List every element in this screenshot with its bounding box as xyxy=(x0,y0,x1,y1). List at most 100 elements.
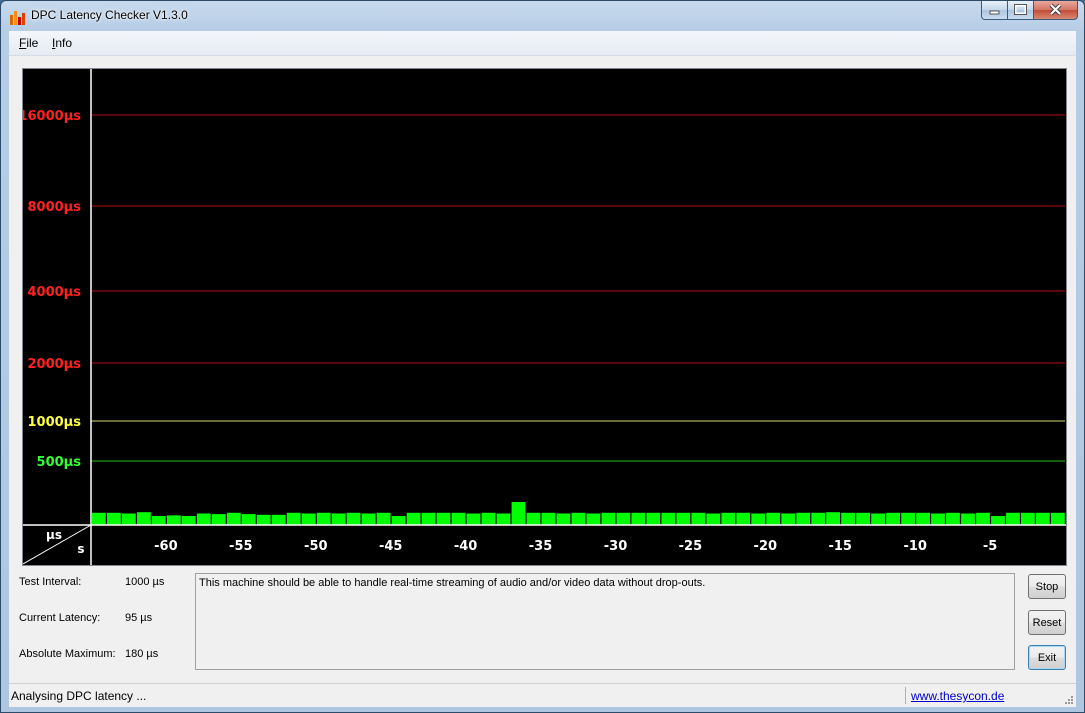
latency-bar xyxy=(166,515,181,525)
latency-bar xyxy=(1036,512,1050,525)
x-tick-label: -45 xyxy=(379,539,403,554)
latency-bar xyxy=(436,512,451,525)
y-tick-label: 2000µs xyxy=(28,357,82,372)
latency-bar xyxy=(766,512,781,525)
latency-bar xyxy=(181,516,196,525)
status-bar: Analysing DPC latency ... www.thesycon.d… xyxy=(9,683,1076,707)
current-latency-value: 95 µs xyxy=(125,612,153,624)
y-tick-label: 4000µs xyxy=(28,285,82,300)
website-link[interactable]: www.thesycon.de xyxy=(911,689,1004,703)
app-icon xyxy=(9,9,25,25)
x-unit-label: s xyxy=(77,542,84,556)
x-tick-label: -5 xyxy=(983,539,997,554)
minimize-icon xyxy=(989,10,1000,15)
latency-bar xyxy=(1051,512,1065,525)
x-tick-label: -50 xyxy=(304,539,328,554)
latency-bar xyxy=(511,502,526,525)
stop-button[interactable]: Stop xyxy=(1028,574,1066,599)
title-bar[interactable]: DPC Latency Checker V1.3.0 xyxy=(1,1,1084,31)
latency-bar xyxy=(691,512,706,525)
latency-bar xyxy=(107,512,121,525)
latency-bar xyxy=(241,514,256,525)
latency-bar xyxy=(421,512,436,525)
x-tick-label: -35 xyxy=(529,539,553,554)
latency-bar xyxy=(751,513,766,525)
minimize-button[interactable] xyxy=(981,1,1008,20)
latency-bar xyxy=(526,512,541,525)
latency-bar xyxy=(601,512,616,525)
menu-bar: File Info xyxy=(9,31,1076,56)
result-message-box: This machine should be able to handle re… xyxy=(195,573,1015,670)
close-icon xyxy=(1049,3,1062,16)
y-tick-label: 1000µs xyxy=(28,415,82,430)
latency-bar xyxy=(556,513,571,525)
menu-info[interactable]: Info xyxy=(52,36,72,50)
latency-bar xyxy=(706,513,721,525)
latency-bar xyxy=(331,513,346,525)
latency-bar xyxy=(406,512,421,525)
latency-bar xyxy=(991,516,1005,525)
resize-grip-icon[interactable] xyxy=(1064,695,1074,705)
x-tick-label: -30 xyxy=(604,539,628,554)
latency-bar xyxy=(871,513,885,525)
latency-bar xyxy=(256,514,271,525)
maximize-button[interactable] xyxy=(1008,1,1034,20)
latency-bar xyxy=(961,513,975,525)
absolute-maximum-label: Absolute Maximum: xyxy=(19,648,116,660)
latency-bar xyxy=(631,512,646,525)
chart-background xyxy=(23,69,1066,565)
x-tick-label: -60 xyxy=(154,539,178,554)
absolute-maximum-value: 180 µs xyxy=(125,648,159,660)
latency-bar xyxy=(916,512,930,525)
latency-bar xyxy=(901,512,915,525)
latency-bar xyxy=(781,513,796,525)
latency-bar xyxy=(211,514,226,525)
latency-bar xyxy=(271,514,286,525)
latency-bar xyxy=(226,512,241,525)
status-separator xyxy=(905,687,906,704)
x-tick-label: -55 xyxy=(229,539,253,554)
latency-bar xyxy=(346,512,361,525)
reset-button[interactable]: Reset xyxy=(1028,610,1066,635)
latency-bar xyxy=(466,513,481,525)
result-message: This machine should be able to handle re… xyxy=(199,577,706,589)
exit-button[interactable]: Exit xyxy=(1028,645,1066,670)
window-title: DPC Latency Checker V1.3.0 xyxy=(31,8,188,22)
latency-bar xyxy=(196,513,211,525)
y-unit-label: µs xyxy=(46,528,62,542)
client-area: 16000µs 8000µs 4000µs 2000µs 1000µs 500µs µs s -… xyxy=(9,56,1076,707)
latency-bar xyxy=(841,512,855,525)
latency-bar xyxy=(122,513,136,525)
x-tick-label: -25 xyxy=(679,539,703,554)
latency-bar xyxy=(1006,512,1020,525)
current-latency-label: Current Latency: xyxy=(19,612,101,624)
latency-bar xyxy=(796,512,811,525)
latency-bar xyxy=(571,512,586,525)
latency-bar xyxy=(976,512,990,525)
latency-bar xyxy=(616,512,631,525)
y-tick-label: 16000µs xyxy=(23,109,81,124)
x-tick-label: -15 xyxy=(828,539,852,554)
test-interval-value: 1000 µs xyxy=(125,576,165,588)
latency-bar xyxy=(451,512,466,525)
app-window: DPC Latency Checker V1.3.0 File Info 160… xyxy=(0,0,1085,713)
latency-bar xyxy=(946,512,960,525)
menu-file[interactable]: File xyxy=(19,36,38,50)
latency-chart-svg: 16000µs 8000µs 4000µs 2000µs 1000µs 500µs µs s -… xyxy=(23,69,1066,565)
y-tick-label: 500µs xyxy=(37,455,82,470)
latency-bar xyxy=(661,512,676,525)
latency-bar xyxy=(811,512,826,525)
latency-bar xyxy=(391,516,406,525)
close-button[interactable] xyxy=(1034,1,1078,20)
status-text: Analysing DPC latency ... xyxy=(11,689,147,703)
latency-bar xyxy=(316,512,331,525)
latency-bar xyxy=(826,512,840,525)
latency-bar xyxy=(886,512,900,525)
latency-bar xyxy=(646,512,661,525)
latency-bar xyxy=(361,513,376,525)
x-tick-label: -20 xyxy=(754,539,778,554)
latency-bar xyxy=(856,512,870,525)
latency-bar xyxy=(151,516,166,525)
latency-bar xyxy=(286,512,301,525)
latency-bar xyxy=(92,512,106,525)
